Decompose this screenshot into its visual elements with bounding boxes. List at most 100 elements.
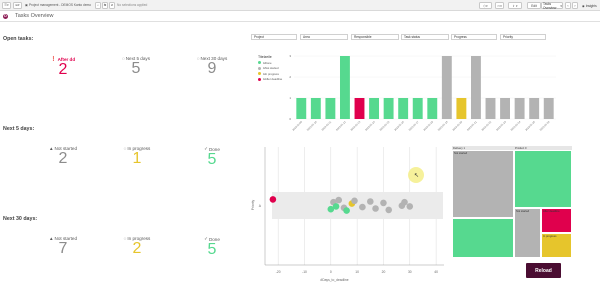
x-tick-label: 2023-01-14: [365, 120, 377, 132]
scatter-point[interactable]: [385, 206, 393, 214]
filter-responsible[interactable]: Responsible: [351, 34, 399, 40]
bar[interactable]: [441, 56, 452, 119]
scatter-point[interactable]: [335, 196, 343, 204]
treemap-cell-done[interactable]: [452, 218, 514, 258]
previous-sheet-button[interactable]: ‹: [565, 2, 571, 9]
scatter-point[interactable]: [269, 196, 277, 203]
x-tick-label: 20: [382, 270, 386, 274]
bar[interactable]: [383, 98, 394, 119]
scatter-point[interactable]: [351, 197, 358, 205]
filter-priority[interactable]: Priority: [500, 34, 546, 40]
treemap-cell-in-progress[interactable]: In progress: [541, 233, 572, 258]
bar[interactable]: [514, 98, 525, 119]
clear-selections-icon[interactable]: ⊘: [109, 1, 116, 9]
bar[interactable]: [369, 98, 380, 119]
section-label-next5: Next 5 days:: [3, 126, 35, 132]
y-tick-label: A: [259, 204, 262, 208]
x-axis-label: #Days_to_deadline: [320, 278, 348, 282]
kpi-not-started-30[interactable]: ▲ Not started 7: [43, 236, 83, 257]
kpi-in-progress[interactable]: ◌ In progress 1: [117, 146, 157, 167]
app-name[interactable]: Project management - DEMOS Kanto demo: [29, 3, 91, 7]
tasks-by-date-bar-chart[interactable]: 01232023-01-09 2023-01-10 2023-01-11 2023-0…: [284, 50, 560, 136]
kpi-value: 1: [132, 150, 142, 167]
scatter-point[interactable]: [372, 205, 379, 212]
filter-label: Area: [303, 35, 310, 39]
bar[interactable]: [296, 98, 307, 119]
bar[interactable]: [339, 56, 350, 119]
x-tick-label: 2023-01-21: [466, 120, 478, 132]
filter-label: Project: [254, 35, 264, 39]
title-bar: D Tasks Overview: [0, 11, 600, 22]
chevron-down-icon: ▾: [560, 3, 562, 8]
bar[interactable]: [470, 56, 481, 119]
treemap-cell-not-started[interactable]: Not started: [514, 208, 541, 258]
bar[interactable]: [529, 98, 540, 119]
legend-label: &Not started: [263, 66, 279, 70]
x-tick-label: 40: [434, 270, 438, 274]
kpi-value: 2: [58, 61, 68, 78]
story-button[interactable]: ▭▾: [495, 2, 504, 9]
priority-scatter-plot[interactable]: -20 -10 0 10 20 30 40 A Priority #Days_to_deadlin…: [249, 143, 449, 293]
kpi-in-progress-30[interactable]: ◌ In progress 2: [117, 236, 157, 257]
hamburger-menu-button[interactable]: ☰▾: [2, 1, 11, 9]
reload-button[interactable]: Reload: [526, 263, 561, 278]
kpi-next-30-days[interactable]: ◌ Next 30 days 9: [192, 56, 232, 77]
kpi-done[interactable]: ✓ Done 5: [192, 146, 232, 168]
scatter-point[interactable]: [406, 203, 414, 210]
edit-button[interactable]: Edit: [527, 2, 541, 9]
filter-progress[interactable]: Progress: [451, 34, 497, 40]
x-tick-label: 2023-01-23: [496, 120, 508, 132]
bar[interactable]: [427, 98, 438, 119]
selection-tool-icon[interactable]: ⇆: [102, 1, 109, 9]
legend-label: &In progress: [263, 71, 279, 76]
alert-icon: ❗: [50, 56, 57, 61]
kpi-after-deadline[interactable]: ❗ After dd 2: [43, 56, 83, 78]
x-tick-label: 2023-01-25: [525, 120, 537, 132]
treemap-cell-after-deadline[interactable]: After deadline: [541, 208, 572, 233]
scatter-point[interactable]: [401, 198, 408, 206]
next-sheet-button[interactable]: ›: [572, 2, 578, 9]
spinner-icon: ◌: [123, 146, 127, 151]
insights-button[interactable]: ◉ Insights: [582, 2, 598, 9]
treemap-cell-done[interactable]: [514, 150, 572, 208]
smart-search-icon[interactable]: ⌕: [95, 1, 102, 9]
x-tick-label: 2023-01-22: [481, 120, 493, 132]
scatter-point[interactable]: [380, 199, 387, 207]
kpi-next-5-days[interactable]: ◌ Next 5 days 5: [116, 56, 156, 77]
kpi-done-30[interactable]: ✓ Done 5: [192, 236, 232, 258]
kpi-value: 5: [207, 151, 217, 168]
bar[interactable]: [398, 98, 409, 119]
scatter-point[interactable]: [332, 203, 340, 210]
bar[interactable]: [543, 98, 554, 119]
sheet-selector[interactable]: Tasks Overview ▾: [541, 2, 563, 10]
scatter-point[interactable]: [343, 207, 350, 214]
spinner-icon: ◌: [122, 56, 125, 61]
kpi-not-started[interactable]: ▲ Not started 2: [43, 146, 83, 167]
bar[interactable]: [412, 98, 423, 119]
spinner-icon: ◌: [196, 56, 200, 61]
section-label-open: Open tasks:: [3, 36, 34, 42]
app-root: ☰▾ ⊞▾ ▣ Project management - DEMOS Kanto…: [0, 0, 600, 305]
kpi-value: 7: [58, 240, 68, 257]
x-tick-label: 2023-01-10: [306, 120, 318, 132]
bar[interactable]: [500, 98, 511, 119]
status-treemap[interactable]: Delivery 1 Product 0 Not started Not starte…: [452, 146, 572, 258]
bookmark-button[interactable]: ⬡▾: [479, 2, 492, 9]
bar[interactable]: [456, 98, 467, 119]
scatter-point[interactable]: [366, 198, 374, 205]
bar[interactable]: [310, 98, 321, 119]
y-axis-label: Priority: [251, 200, 255, 211]
bar[interactable]: [485, 98, 496, 119]
x-tick-label: 2023-01-11: [321, 120, 332, 131]
filter-task-status[interactable]: Task status: [401, 34, 449, 40]
bar[interactable]: [325, 98, 336, 119]
filter-area[interactable]: Area: [300, 34, 348, 40]
bar[interactable]: [354, 98, 365, 119]
treemap-cell-not-started[interactable]: Not started: [452, 150, 514, 218]
navigation-button[interactable]: ⊞▾: [13, 1, 22, 9]
scatter-point[interactable]: [359, 203, 366, 211]
share-button[interactable]: ⇪ ▾: [508, 2, 522, 9]
x-tick-label: -10: [302, 270, 307, 274]
filter-project[interactable]: Project: [251, 34, 297, 40]
legend-swatch: [258, 61, 261, 64]
